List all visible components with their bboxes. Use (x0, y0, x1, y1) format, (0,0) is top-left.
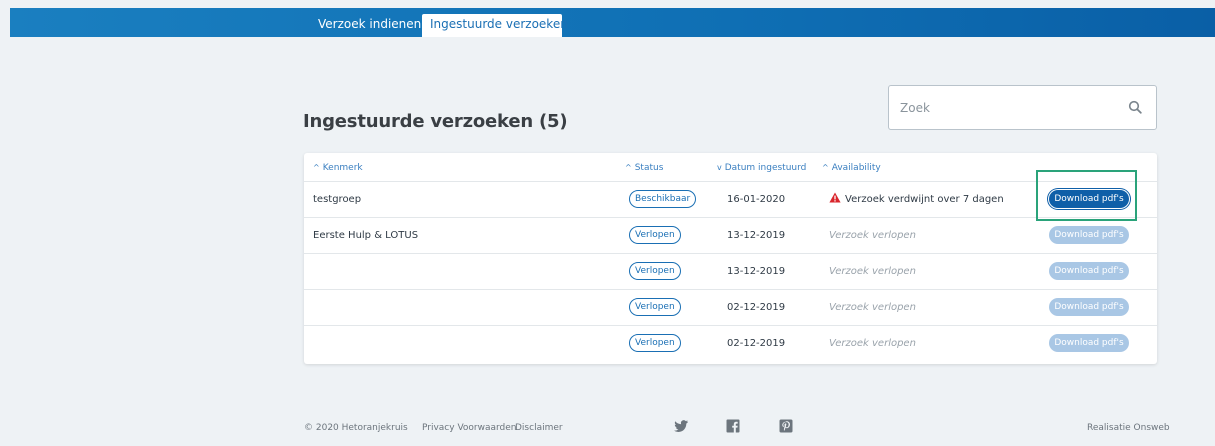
status-badge: Verlopen (629, 262, 681, 280)
warning-icon (829, 192, 841, 203)
row-datum: 02-12-2019 (727, 302, 786, 313)
tab-submitted-requests[interactable]: Ingestuurde verzoeken (422, 14, 568, 37)
row-datum: 13-12-2019 (727, 230, 786, 241)
table-row: Verlopen 02-12-2019 Verzoek verlopen Downlo… (304, 326, 1157, 362)
column-label: Kenmerk (322, 163, 363, 173)
row-availability: Verzoek verdwijnt over 7 dagen (829, 182, 1004, 218)
column-header-availability[interactable]: ^ Availability (822, 163, 881, 173)
column-label: Datum ingestuurd (724, 163, 807, 173)
availability-text: Verzoek verlopen (829, 338, 916, 349)
status-badge: Beschikbaar (629, 190, 697, 208)
footer-privacy-link[interactable]: Privacy Voorwaarden (422, 423, 517, 433)
sort-up-icon: ^ (313, 163, 320, 172)
row-download-cell: Download pdf's (1049, 326, 1129, 362)
focus-highlight (1036, 170, 1137, 221)
availability-text: Verzoek verlopen (829, 266, 916, 277)
row-status-cell: Beschikbaar (629, 182, 697, 218)
table-row: Eerste Hulp & LOTUS Verlopen 13-12-2019 Ver… (304, 218, 1157, 254)
sort-up-icon: ^ (625, 163, 632, 172)
search-input[interactable] (890, 87, 1116, 128)
availability-text: Verzoek verlopen (829, 230, 916, 241)
status-badge: Verlopen (629, 298, 681, 316)
facebook-icon[interactable] (725, 418, 741, 434)
search-icon[interactable] (1128, 100, 1142, 114)
row-availability: Verzoek verlopen (829, 254, 916, 290)
row-status-cell: Verlopen (629, 254, 681, 290)
table-row: testgroep Beschikbaar 16-01-2020 Verzoek ve… (304, 182, 1157, 218)
column-header-kenmerk[interactable]: ^ Kenmerk (313, 163, 363, 173)
status-badge: Verlopen (629, 226, 681, 244)
row-status-cell: Verlopen (629, 290, 681, 326)
sort-down-icon: v (717, 163, 722, 172)
top-navigation-bar: Verzoek indienen Ingestuurde verzoeken (10, 8, 1215, 37)
tab-submit-request[interactable]: Verzoek indienen (310, 14, 429, 37)
row-download-cell: Download pdf's (1049, 218, 1129, 254)
row-availability: Verzoek verlopen (829, 218, 916, 254)
footer-credit-link[interactable]: Realisatie Onsweb (1087, 423, 1170, 433)
twitter-icon[interactable] (673, 418, 689, 434)
row-download-cell: Download pdf's (1049, 254, 1129, 290)
status-badge: Verlopen (629, 334, 681, 352)
column-label: Status (634, 163, 664, 173)
row-status-cell: Verlopen (629, 326, 681, 362)
row-kenmerk: Eerste Hulp & LOTUS (313, 230, 419, 241)
table-row: Verlopen 13-12-2019 Verzoek verlopen Downlo… (304, 254, 1157, 290)
download-pdfs-button[interactable]: Download pdf's (1049, 334, 1129, 352)
row-download-cell: Download pdf's (1049, 290, 1129, 326)
footer-disclaimer-link[interactable]: Disclaimer (515, 423, 563, 433)
row-kenmerk: testgroep (313, 194, 362, 205)
sort-up-icon: ^ (822, 163, 829, 172)
page-title: Ingestuurde verzoeken (5) (303, 111, 568, 132)
row-datum: 13-12-2019 (727, 266, 786, 277)
footer-copyright: © 2020 Hetoranjekruis (304, 423, 408, 433)
download-pdfs-button[interactable]: Download pdf's (1049, 262, 1129, 280)
table-row: Verlopen 02-12-2019 Verzoek verlopen Downlo… (304, 290, 1157, 326)
row-availability: Verzoek verlopen (829, 290, 916, 326)
column-label: Availability (831, 163, 881, 173)
table-header: ^ Kenmerk ^ Status v Datum ingestuurd ^ Avai… (304, 153, 1157, 182)
download-pdfs-button[interactable]: Download pdf's (1049, 226, 1129, 244)
row-datum: 16-01-2020 (727, 194, 786, 205)
column-header-status[interactable]: ^ Status (625, 163, 663, 173)
requests-table: ^ Kenmerk ^ Status v Datum ingestuurd ^ Avai… (304, 153, 1157, 364)
row-datum: 02-12-2019 (727, 338, 786, 349)
download-pdfs-button[interactable]: Download pdf's (1049, 298, 1129, 316)
row-availability: Verzoek verlopen (829, 326, 916, 362)
availability-text: Verzoek verlopen (829, 302, 916, 313)
column-header-datum[interactable]: v Datum ingestuurd (717, 163, 806, 173)
search-box (888, 85, 1157, 130)
availability-text: Verzoek verdwijnt over 7 dagen (845, 194, 1004, 205)
row-status-cell: Verlopen (629, 218, 681, 254)
pinterest-icon[interactable] (778, 418, 794, 434)
